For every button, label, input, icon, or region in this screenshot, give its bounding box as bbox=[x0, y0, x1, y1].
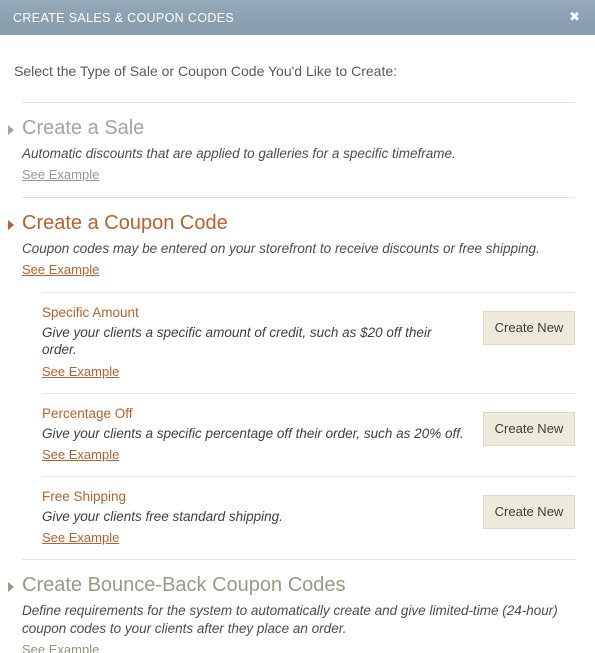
see-example-link[interactable]: See Example bbox=[22, 262, 99, 277]
section-create-bounce-back-coupon-codes[interactable]: Create Bounce-Back Coupon Codes Define r… bbox=[0, 560, 595, 653]
see-example-link[interactable]: See Example bbox=[42, 447, 119, 462]
section-body: Coupon codes may be entered on your stor… bbox=[22, 240, 595, 292]
section-description: Coupon codes may be entered on your stor… bbox=[22, 241, 540, 256]
triangle-right-icon bbox=[8, 125, 14, 136]
section-body: Define requirements for the system to au… bbox=[22, 602, 595, 653]
triangle-right-icon bbox=[8, 220, 14, 230]
dialog-titlebar: CREATE SALES & COUPON CODES ✖ bbox=[0, 0, 595, 35]
coupon-subitem-list: Specific Amount Give your clients a spec… bbox=[20, 291, 595, 560]
subitem-specific-amount: Specific Amount Give your clients a spec… bbox=[20, 293, 595, 393]
see-example-link[interactable]: See Example bbox=[22, 167, 99, 182]
section-description: Automatic discounts that are applied to … bbox=[22, 146, 456, 162]
section-header[interactable]: Create a Sale bbox=[8, 103, 595, 140]
subitem-description: Give your clients a specific amount of c… bbox=[42, 325, 432, 358]
section-body: Automatic discounts that are applied to … bbox=[22, 145, 595, 197]
section-title: Create Bounce-Back Coupon Codes bbox=[22, 574, 346, 597]
dialog-title: CREATE SALES & COUPON CODES bbox=[13, 10, 235, 25]
section-title: Create a Coupon Code bbox=[22, 212, 228, 234]
create-new-button[interactable]: Create New bbox=[483, 411, 575, 446]
subitem-title: Specific Amount bbox=[42, 304, 139, 320]
close-icon[interactable]: ✖ bbox=[567, 9, 582, 26]
subitem-percentage-off: Percentage Off Give your clients a speci… bbox=[20, 394, 595, 476]
dialog-body: Select the Type of Sale or Coupon Code Y… bbox=[0, 35, 595, 653]
section-create-a-sale[interactable]: Create a Sale Automatic discounts that a… bbox=[0, 103, 595, 197]
section-create-a-coupon-code[interactable]: Create a Coupon Code Coupon codes may be… bbox=[0, 198, 595, 292]
see-example-link[interactable]: See Example bbox=[42, 364, 119, 379]
section-header[interactable]: Create Bounce-Back Coupon Codes bbox=[8, 560, 595, 597]
subitem-free-shipping: Free Shipping Give your clients free sta… bbox=[20, 477, 595, 559]
subitem-description: Give your clients free standard shipping… bbox=[42, 509, 283, 525]
section-header[interactable]: Create a Coupon Code bbox=[8, 198, 595, 235]
see-example-link[interactable]: See Example bbox=[22, 642, 99, 653]
triangle-right-icon bbox=[8, 582, 14, 593]
create-new-button[interactable]: Create New bbox=[483, 494, 575, 529]
section-title: Create a Sale bbox=[22, 117, 145, 140]
subitem-text: Specific Amount Give your clients a spec… bbox=[42, 305, 483, 381]
section-description: Define requirements for the system to au… bbox=[22, 603, 558, 637]
see-example-link[interactable]: See Example bbox=[42, 530, 119, 545]
subitem-title: Free Shipping bbox=[42, 488, 127, 504]
create-new-button[interactable]: Create New bbox=[483, 310, 575, 345]
subitem-title: Percentage Off bbox=[42, 405, 133, 421]
subitem-text: Percentage Off Give your clients a speci… bbox=[42, 406, 483, 464]
create-sales-coupon-codes-dialog: CREATE SALES & COUPON CODES ✖ Select the… bbox=[0, 0, 595, 653]
subitem-description: Give your clients a specific percentage … bbox=[42, 425, 464, 441]
intro-text: Select the Type of Sale or Coupon Code Y… bbox=[14, 63, 398, 79]
subitem-text: Free Shipping Give your clients free sta… bbox=[42, 489, 483, 547]
